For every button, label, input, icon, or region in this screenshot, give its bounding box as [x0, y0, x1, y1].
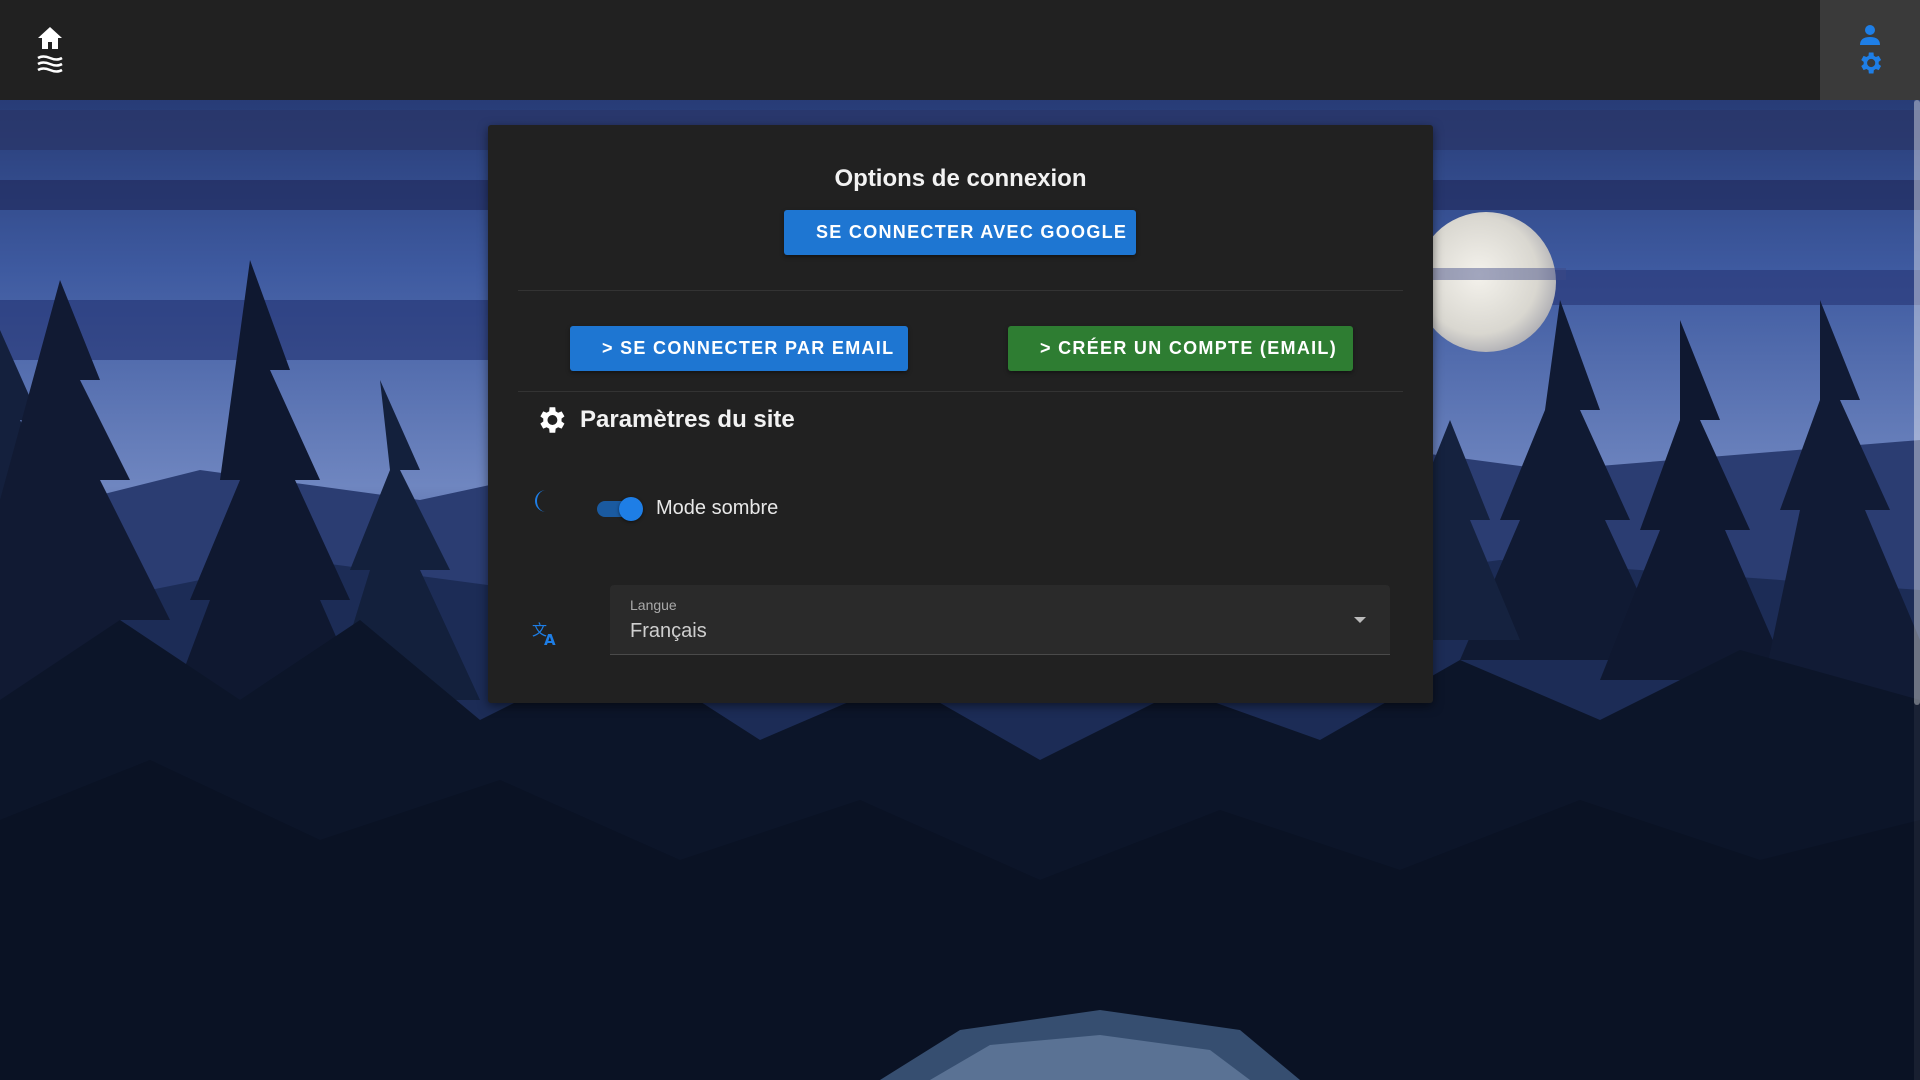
scrollbar-thumb[interactable] [1914, 100, 1920, 705]
create-account-label: > CRÉER UN COMPTE (EMAIL) [1040, 338, 1338, 358]
scrollbar[interactable] [1914, 100, 1920, 1080]
gear-icon [540, 407, 565, 433]
toggle-knob [619, 497, 643, 521]
top-app-bar [0, 0, 1920, 100]
home-icon [38, 27, 62, 49]
home-button[interactable] [30, 20, 70, 80]
user-settings-button[interactable] [1820, 0, 1920, 100]
email-login-label: > SE CONNECTER PAR EMAIL [602, 338, 895, 358]
email-login-button[interactable]: > SE CONNECTER PAR EMAIL [570, 326, 908, 371]
dark-mode-toggle[interactable] [595, 495, 645, 521]
google-login-button[interactable]: SE CONNECTER AVEC GOOGLE [784, 210, 1136, 255]
google-login-label: SE CONNECTER AVEC GOOGLE [816, 222, 1128, 242]
login-options-title: Options de connexion [834, 165, 1087, 192]
language-label: Langue [630, 597, 677, 613]
gear-icon [1861, 52, 1882, 74]
translate-icon: 文 A [532, 621, 556, 647]
person-icon [1860, 25, 1880, 45]
waves-icon [37, 55, 63, 73]
site-settings-header: Paramètres du site [534, 403, 795, 437]
login-settings-panel: Options de connexion SE CONNECTER AVEC G… [488, 125, 1433, 703]
chevron-down-icon [1354, 617, 1366, 623]
create-account-button[interactable]: > CRÉER UN COMPTE (EMAIL) [1008, 326, 1353, 371]
dark-mode-label: Mode sombre [656, 497, 779, 519]
moon-image [1416, 212, 1556, 352]
language-select[interactable]: Langue Français [610, 585, 1390, 655]
divider [518, 391, 1403, 392]
language-value: Français [630, 620, 707, 642]
site-settings-title: Paramètres du site [580, 406, 795, 433]
moon-icon [535, 490, 546, 512]
divider [518, 290, 1403, 291]
svg-text:A: A [544, 631, 556, 647]
